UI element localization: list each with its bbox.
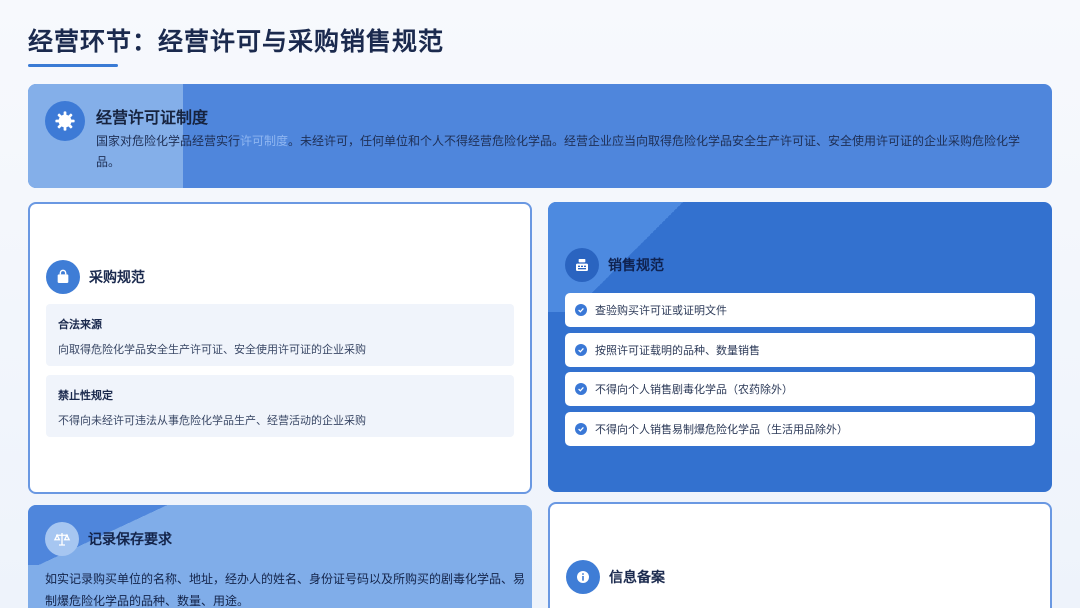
filing-title: 信息备案 [609, 570, 665, 586]
check-circle-icon [575, 304, 587, 316]
record-description: 如实记录购买单位的名称、地址，经办人的姓名、身份证号码以及所购买的剧毒化学品、易… [45, 572, 526, 608]
banner-desc-before: 国家对危险化学品经营实行 [96, 134, 241, 148]
banner-desc-highlight: 许可制度 [240, 134, 289, 148]
sales-item-text: 不得向个人销售剧毒化学品（农药除外） [595, 383, 793, 396]
filing-card: 信息备案 [548, 502, 1052, 608]
scale-icon [45, 522, 79, 556]
record-header: 记录保存要求 [45, 522, 172, 556]
banner-description: 国家对危险化学品经营实行许可制度。未经许可，任何单位和个人不得经营危险化学品。经… [96, 131, 1041, 173]
check-circle-icon [575, 344, 587, 356]
sales-item: 不得向个人销售剧毒化学品（农药除外） [565, 372, 1035, 406]
sales-item-text: 不得向个人销售易制爆危险化学品（生活用品除外） [595, 423, 848, 436]
title-underline [28, 64, 118, 67]
cash-register-icon [565, 248, 599, 282]
gear-badge-icon [45, 101, 85, 141]
sales-card: 销售规范 查验购买许可证或证明文件 按照许可证载明的品种、数量销售 不得向个人销… [548, 202, 1052, 492]
sales-item: 查验购买许可证或证明文件 [565, 293, 1035, 327]
sales-header: 销售规范 [565, 248, 664, 282]
banner-title: 经营许可证制度 [96, 108, 209, 127]
purchase-item-desc: 向取得危险化学品安全生产许可证、安全使用许可证的企业采购 [58, 343, 366, 356]
sales-item: 按照许可证载明的品种、数量销售 [565, 333, 1035, 367]
shopping-bag-icon [46, 260, 80, 294]
purchase-card: 采购规范 合法来源 向取得危险化学品安全生产许可证、安全使用许可证的企业采购 禁… [28, 202, 532, 494]
record-card: 记录保存要求 如实记录购买单位的名称、地址，经办人的姓名、身份证号码以及所购买的… [28, 505, 532, 608]
page-title: 经营环节：经营许可与采购销售规范 [28, 27, 445, 56]
check-circle-icon [575, 383, 587, 395]
purchase-header: 采购规范 [46, 260, 145, 294]
purchase-title: 采购规范 [89, 270, 145, 286]
sales-item-text: 按照许可证载明的品种、数量销售 [595, 344, 760, 357]
info-icon [566, 560, 600, 594]
filing-header: 信息备案 [566, 560, 665, 594]
purchase-item-desc: 不得向未经许可违法从事危险化学品生产、经营活动的企业采购 [58, 414, 366, 427]
purchase-item-legal-source: 合法来源 向取得危险化学品安全生产许可证、安全使用许可证的企业采购 [46, 304, 514, 366]
purchase-item-title: 禁止性规定 [58, 389, 113, 402]
check-circle-icon [575, 423, 587, 435]
purchase-item-title: 合法来源 [58, 318, 102, 331]
sales-item: 不得向个人销售易制爆危险化学品（生活用品除外） [565, 412, 1035, 446]
record-title: 记录保存要求 [88, 532, 172, 548]
sales-item-text: 查验购买许可证或证明文件 [595, 304, 727, 317]
license-banner: 经营许可证制度 国家对危险化学品经营实行许可制度。未经许可，任何单位和个人不得经… [28, 84, 1052, 188]
sales-title: 销售规范 [608, 258, 664, 274]
purchase-item-prohibition: 禁止性规定 不得向未经许可违法从事危险化学品生产、经营活动的企业采购 [46, 375, 514, 437]
